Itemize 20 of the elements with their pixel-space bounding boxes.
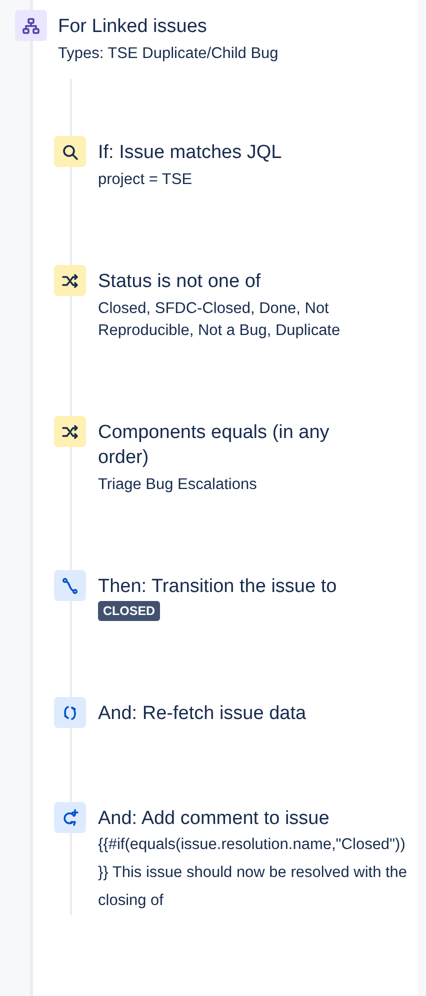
step-title: And: Re-fetch issue data xyxy=(98,702,306,726)
step-title: Then: Transition the issue to xyxy=(98,575,337,599)
shuffle-icon xyxy=(61,422,79,440)
hierarchy-icon xyxy=(22,16,40,34)
shuffle-icon xyxy=(61,272,79,290)
path-icon xyxy=(61,576,79,594)
step-title: If: Issue matches JQL xyxy=(98,141,282,165)
step-subtitle: Closed, SFDC-Closed, Done, Not Reproducible, Not a Bug, Duplicate xyxy=(98,299,342,341)
step-subtitle: project = TSE xyxy=(98,170,194,190)
branch-title: For Linked issues xyxy=(58,15,208,39)
step-description: {{#if(equals(issue.resolution.name,"Closed"))}} This issue should now be resolved with the closing of xyxy=(98,835,408,911)
step-title: Status is not one of xyxy=(98,270,262,294)
search-icon xyxy=(61,142,79,160)
branch-subtitle: Types: TSE Duplicate/Child Bug xyxy=(58,44,278,64)
refresh-comment-icon xyxy=(61,808,79,826)
status-lozenge: CLOSED xyxy=(98,601,160,621)
step-title: And: Add comment to issue xyxy=(98,807,330,831)
step-title: Components equals (in any order) xyxy=(98,421,330,470)
step-subtitle: Triage Bug Escalations xyxy=(98,475,258,495)
refresh-icon xyxy=(61,704,79,722)
